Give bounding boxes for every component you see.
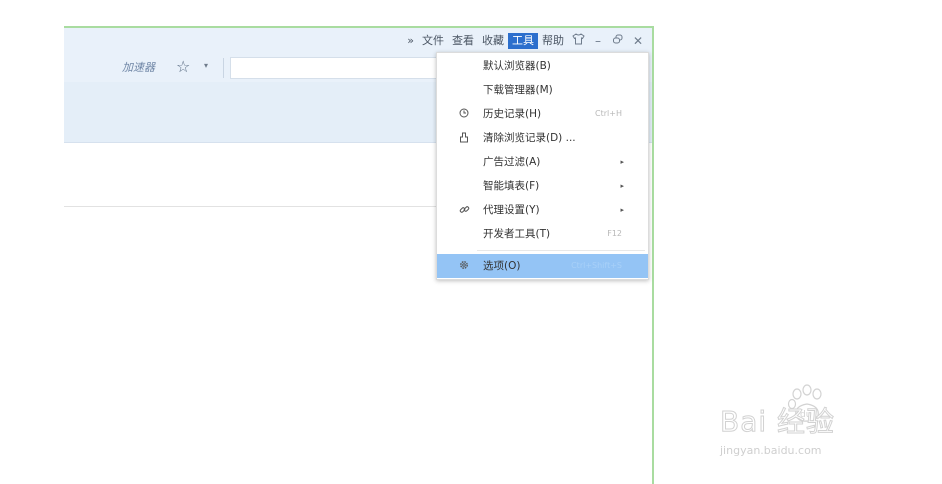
menu-item-clear-history[interactable]: 清除浏览记录(D) ... (437, 126, 648, 150)
chevron-down-icon[interactable]: ▾ (204, 61, 208, 70)
menu-item-options[interactable]: 选项(O) Ctrl+Shift+S (437, 254, 648, 278)
minimize-button[interactable]: – (588, 33, 608, 49)
menu-item-label: 广告过滤(A) (483, 156, 541, 168)
accelerator-button[interactable]: 加速器 (122, 60, 155, 76)
restore-icon[interactable] (608, 33, 628, 49)
menu-item-developer-tools[interactable]: 开发者工具(T) F12 (437, 222, 648, 246)
watermark-url: jingyan.baidu.com (720, 444, 822, 457)
menu-item-autofill[interactable]: 智能填表(F) ▸ (437, 174, 648, 198)
menu-item-label: 历史记录(H) (483, 108, 542, 120)
menu-item-download-manager[interactable]: 下载管理器(M) (437, 78, 648, 102)
link-icon (457, 198, 471, 222)
menu-overflow-button[interactable]: » (403, 33, 418, 49)
menu-item-history[interactable]: 历史记录(H) Ctrl+H (437, 102, 648, 126)
menu-help[interactable]: 帮助 (538, 33, 568, 49)
menu-bar: » 文件 查看 收藏 工具 帮助 – ✕ (403, 33, 648, 49)
menu-item-shortcut: Ctrl+H (595, 109, 622, 118)
menu-item-label: 开发者工具(T) (483, 228, 551, 240)
menu-item-proxy-settings[interactable]: 代理设置(Y) ▸ (437, 198, 648, 222)
submenu-arrow-icon: ▸ (620, 158, 624, 166)
menu-item-default-browser[interactable]: 默认浏览器(B) (437, 54, 648, 78)
menu-item-ad-filter[interactable]: 广告过滤(A) ▸ (437, 150, 648, 174)
baidu-watermark: du Bai 经验 jingyan.baidu.com (718, 384, 898, 464)
search-box (230, 57, 440, 80)
star-icon[interactable]: ☆ (176, 57, 190, 77)
submenu-arrow-icon: ▸ (620, 182, 624, 190)
menu-item-shortcut: Ctrl+Shift+S (571, 261, 622, 270)
clock-icon (457, 102, 471, 126)
menu-item-label: 清除浏览记录(D) ... (483, 132, 576, 144)
menu-item-shortcut: F12 (607, 229, 622, 238)
menu-item-label: 默认浏览器(B) (483, 60, 551, 72)
gear-icon (457, 254, 471, 278)
search-input[interactable] (231, 60, 439, 80)
title-bar: » 文件 查看 收藏 工具 帮助 – ✕ (64, 28, 652, 54)
close-button[interactable]: ✕ (628, 33, 648, 49)
screenshot-page: » 文件 查看 收藏 工具 帮助 – ✕ 加速器 ☆ ▾ 默认浏览器(B) 下载… (0, 0, 942, 484)
menu-view[interactable]: 查看 (448, 33, 478, 49)
toolbar-divider (223, 58, 224, 78)
menu-item-label: 下载管理器(M) (483, 84, 553, 96)
watermark-brand: Bai 经验 (719, 405, 836, 439)
skin-icon[interactable] (568, 33, 588, 49)
content-divider (64, 206, 438, 207)
menu-item-label: 智能填表(F) (483, 180, 540, 192)
menu-divider (477, 250, 645, 251)
menu-file[interactable]: 文件 (418, 33, 448, 49)
submenu-arrow-icon: ▸ (620, 206, 624, 214)
broom-icon (457, 126, 471, 150)
menu-favorites[interactable]: 收藏 (478, 33, 508, 49)
menu-tools[interactable]: 工具 (508, 33, 538, 49)
menu-item-label: 代理设置(Y) (483, 204, 540, 216)
tools-dropdown-menu: 默认浏览器(B) 下载管理器(M) 历史记录(H) Ctrl+H 清除浏览记录(… (436, 52, 649, 280)
menu-item-label: 选项(O) (483, 260, 521, 272)
